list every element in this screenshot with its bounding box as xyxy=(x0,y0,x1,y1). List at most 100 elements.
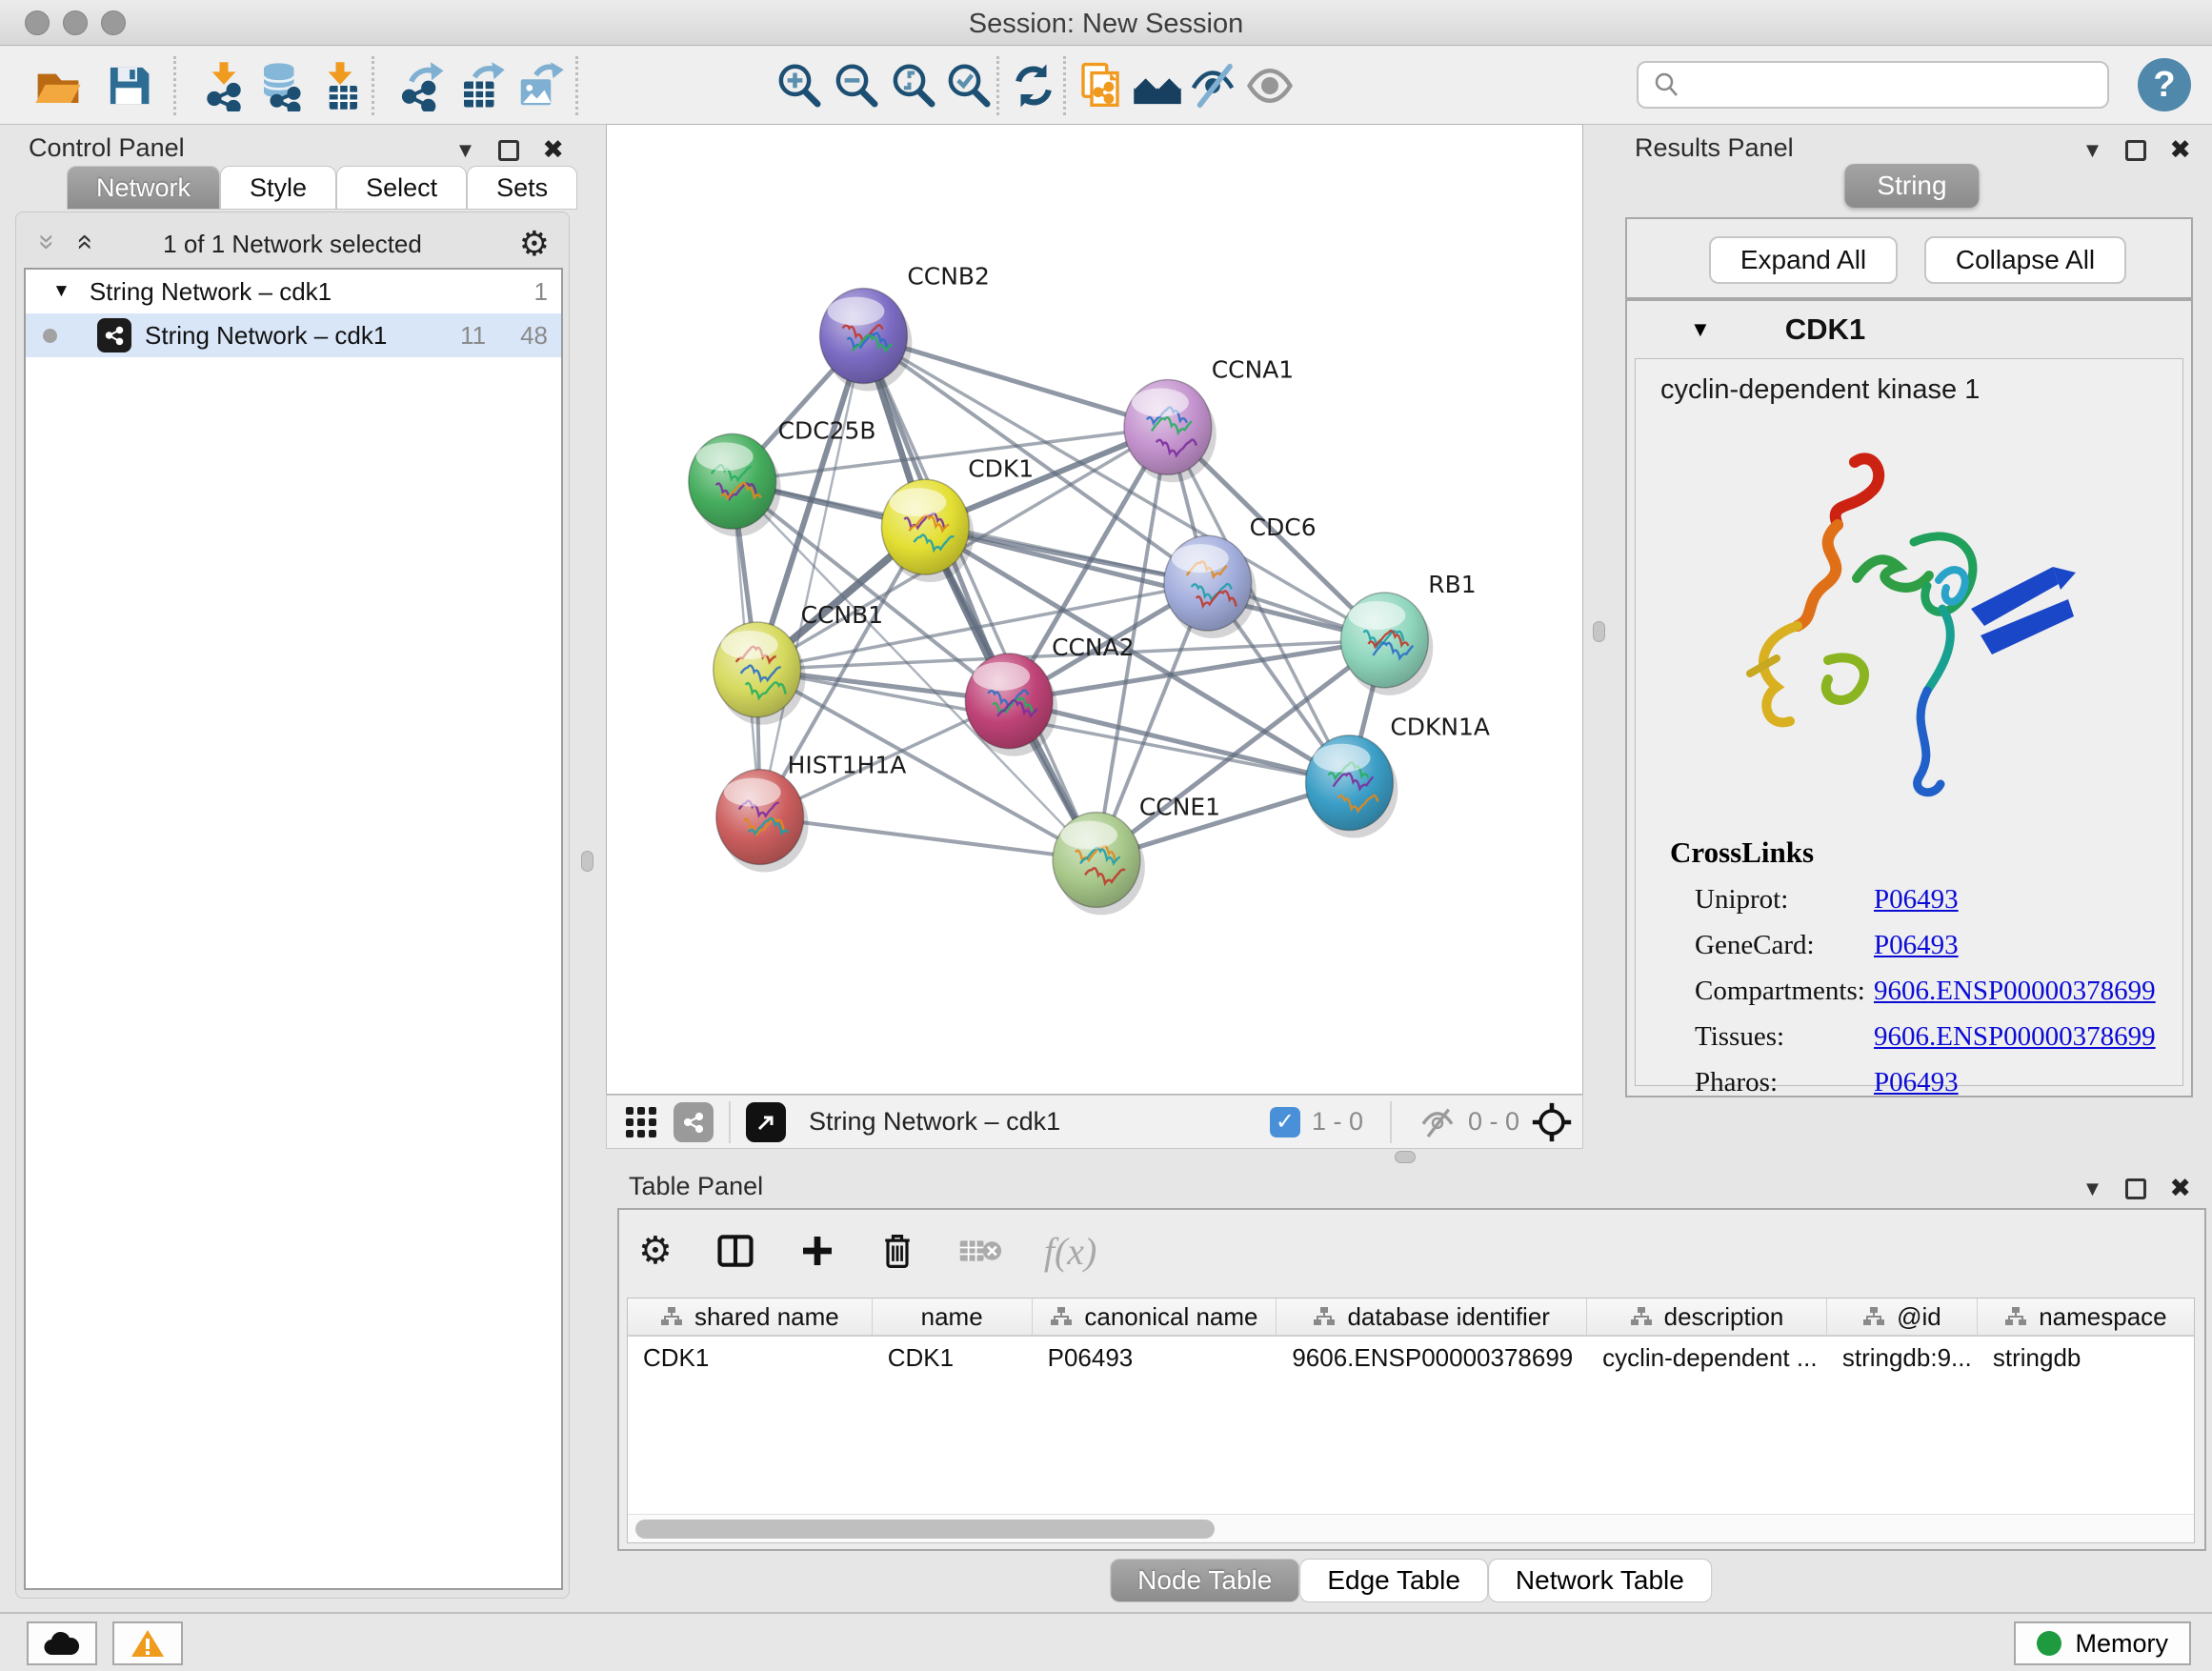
compartments-link[interactable]: 9606.ENSP00000378699 xyxy=(1874,976,2156,1007)
network-node-CCNB1[interactable]: CCNB1 xyxy=(714,601,883,725)
tab-edge-table[interactable]: Edge Table xyxy=(1299,1559,1488,1602)
main-toolbar: ? xyxy=(0,47,2212,125)
network-view-toolbar: String Network – cdk1 ✓ 1 - 0 0 - 0 xyxy=(606,1095,1583,1149)
network-share-icon[interactable] xyxy=(674,1102,714,1142)
column-type-icon xyxy=(1862,1306,1885,1327)
column-header: canonical name xyxy=(1033,1299,1277,1335)
network-node-RB1[interactable]: RB1 xyxy=(1340,571,1476,695)
zoom-selected-icon[interactable] xyxy=(943,60,995,111)
delete-table-icon[interactable] xyxy=(958,1235,1002,1267)
right-splitter-handle[interactable] xyxy=(1593,621,1605,642)
refresh-icon[interactable] xyxy=(1008,60,1059,111)
open-session-icon[interactable] xyxy=(32,60,84,111)
network-node-CCNA1[interactable]: CCNA1 xyxy=(1124,355,1294,482)
export-table-icon[interactable] xyxy=(455,60,507,111)
toolbar-separator xyxy=(173,56,176,115)
results-panel: Results Panel ▼ ✖ String Expand All Coll… xyxy=(1612,126,2212,1153)
zoom-out-icon[interactable] xyxy=(831,60,882,111)
network-node-CDKN1A[interactable]: CDKN1A xyxy=(1306,714,1490,838)
warnings-button[interactable] xyxy=(112,1621,183,1665)
collection-disclosure-icon[interactable]: ▼ xyxy=(52,281,70,302)
panel-float-icon[interactable] xyxy=(2125,140,2146,161)
save-session-icon[interactable] xyxy=(103,60,154,111)
network-node-CCNB2[interactable]: CCNB2 xyxy=(820,263,990,392)
network-collection-row[interactable]: ▼ String Network – cdk1 1 xyxy=(26,270,561,313)
cloud-icon xyxy=(43,1630,81,1657)
gene-disclosure-icon[interactable]: ▼ xyxy=(1690,317,1711,342)
function-builder-icon[interactable]: f(x) xyxy=(1044,1229,1097,1274)
help-icon[interactable]: ? xyxy=(2138,58,2191,111)
horizontal-splitter-handle[interactable] xyxy=(1395,1151,1416,1163)
memory-button[interactable]: Memory xyxy=(2014,1621,2191,1665)
network-view-title: String Network – cdk1 xyxy=(809,1107,1060,1137)
table-settings-gear-icon[interactable]: ⚙ xyxy=(638,1229,673,1273)
search-input[interactable] xyxy=(1690,66,2107,104)
scrollbar-thumb[interactable] xyxy=(635,1520,1215,1539)
tab-style[interactable]: Style xyxy=(220,166,336,210)
panel-collapse-icon[interactable]: ▼ xyxy=(2082,138,2103,163)
tab-network[interactable]: Network xyxy=(67,166,220,210)
selected-checkbox-icon[interactable]: ✓ xyxy=(1270,1107,1300,1137)
collapse-all-button[interactable]: Collapse All xyxy=(1924,236,2126,284)
import-table-icon[interactable] xyxy=(314,60,366,111)
birdseye-view-icon[interactable] xyxy=(1531,1101,1573,1143)
left-splitter-handle[interactable] xyxy=(581,851,593,872)
tab-network-table[interactable]: Network Table xyxy=(1488,1559,1712,1602)
expand-all-button[interactable]: Expand All xyxy=(1709,236,1898,284)
panel-collapse-icon[interactable]: ▼ xyxy=(455,138,476,163)
panel-collapse-icon[interactable]: ▼ xyxy=(2082,1177,2103,1201)
panel-close-icon[interactable]: ✖ xyxy=(2169,135,2191,165)
export-image-icon[interactable] xyxy=(514,60,566,111)
uniprot-link[interactable]: P06493 xyxy=(1874,884,1959,916)
detach-view-icon[interactable] xyxy=(746,1102,786,1142)
network-options-gear-icon[interactable]: ⚙ xyxy=(519,224,550,264)
grid-view-icon[interactable] xyxy=(622,1103,660,1141)
network-canvas[interactable]: CCNB2CCNA1CDC25BCDK1CDC6RB1CCNB1CCNA2CDK… xyxy=(606,124,1583,1095)
panel-close-icon[interactable]: ✖ xyxy=(542,135,564,165)
add-column-icon[interactable] xyxy=(798,1232,836,1270)
hide-eye-icon[interactable] xyxy=(1187,60,1238,111)
node-label-CCNA1: CCNA1 xyxy=(1212,355,1294,383)
show-eye-icon[interactable] xyxy=(1244,60,1296,111)
export-network-icon[interactable] xyxy=(396,60,448,111)
column-header: database identifier xyxy=(1277,1299,1587,1335)
network-document-icon[interactable] xyxy=(1075,60,1126,111)
zoom-in-icon[interactable] xyxy=(774,60,825,111)
toolbar-separator xyxy=(729,1101,731,1143)
panel-float-icon[interactable] xyxy=(2125,1178,2146,1199)
network-node-HIST1H1A[interactable]: HIST1H1A xyxy=(716,752,907,873)
network-view-panel: CCNB2CCNA1CDC25BCDK1CDC6RB1CCNB1CCNA2CDK… xyxy=(606,124,1583,1149)
hidden-eye-icon[interactable] xyxy=(1418,1106,1457,1138)
toolbar-separator xyxy=(372,56,374,115)
tab-node-table[interactable]: Node Table xyxy=(1110,1559,1299,1602)
network-row-selected[interactable]: String Network – cdk1 11 48 xyxy=(26,313,561,357)
column-type-icon xyxy=(1630,1306,1653,1327)
genecard-link[interactable]: P06493 xyxy=(1874,930,1959,961)
panel-float-icon[interactable] xyxy=(498,140,519,161)
panel-close-icon[interactable]: ✖ xyxy=(2169,1174,2191,1203)
tissues-link[interactable]: 9606.ENSP00000378699 xyxy=(1874,1021,2156,1053)
show-columns-icon[interactable] xyxy=(714,1230,756,1272)
pharos-link[interactable]: P06493 xyxy=(1874,1067,1959,1098)
cytoscape-window: Session: New Session ? Control Panel xyxy=(0,0,2212,1671)
tab-sets[interactable]: Sets xyxy=(467,166,577,210)
tab-select[interactable]: Select xyxy=(336,166,467,210)
import-network-database-icon[interactable] xyxy=(255,60,307,111)
delete-column-icon[interactable] xyxy=(878,1230,916,1272)
import-network-file-icon[interactable] xyxy=(198,60,250,111)
warning-icon xyxy=(131,1628,165,1659)
table-row[interactable]: CDK1 CDK1 P06493 9606.ENSP00000378699 cy… xyxy=(628,1337,2194,1379)
cloud-status-button[interactable] xyxy=(27,1621,97,1665)
column-header: shared name xyxy=(628,1299,873,1335)
houses-icon[interactable] xyxy=(1132,60,1183,111)
search-field[interactable] xyxy=(1637,61,2109,109)
horizontal-scrollbar[interactable] xyxy=(628,1514,2195,1542)
gene-name: CDK1 xyxy=(1785,312,1865,347)
gene-section-header[interactable]: ▼ CDK1 xyxy=(1627,301,2191,358)
tab-string[interactable]: String xyxy=(1844,164,1979,208)
zoom-fit-icon[interactable] xyxy=(888,60,939,111)
table-panel: Table Panel ▼ ✖ ⚙ f(x) shared name name … xyxy=(610,1170,2212,1604)
network-node-CCNE1[interactable]: CCNE1 xyxy=(1053,794,1220,916)
node-table[interactable]: shared name name canonical name database… xyxy=(627,1298,2195,1543)
protein-structure-image xyxy=(1702,445,2112,826)
